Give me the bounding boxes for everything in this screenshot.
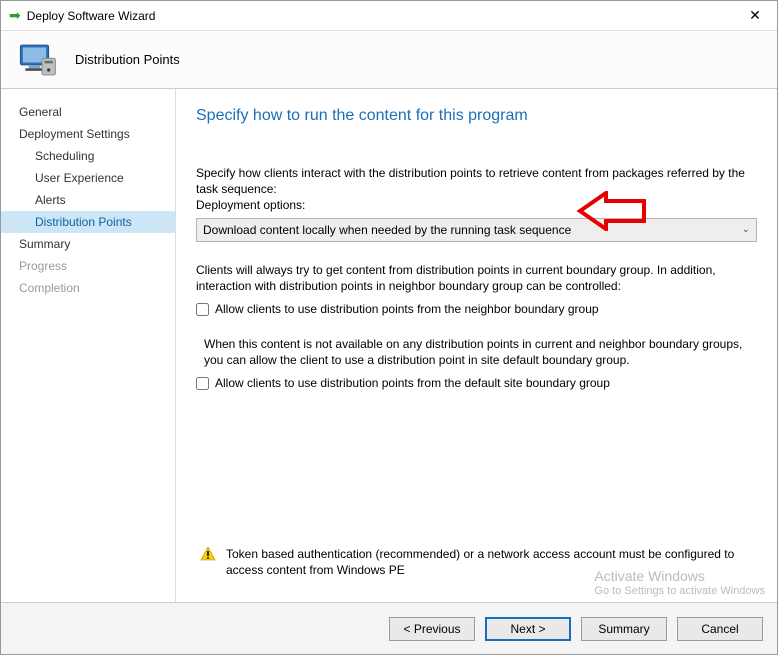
- deployment-options-label: Deployment options:: [196, 197, 757, 213]
- sidebar-item-scheduling[interactable]: Scheduling: [1, 145, 175, 167]
- wizard-header: Distribution Points: [1, 31, 777, 89]
- wizard-window: ➡ Deploy Software Wizard ✕ Distribution …: [0, 0, 778, 655]
- titlebar: ➡ Deploy Software Wizard ✕: [1, 1, 777, 31]
- dropdown-value: Download content locally when needed by …: [203, 223, 571, 237]
- checkbox-neighbor-row: Allow clients to use distribution points…: [196, 302, 757, 316]
- monitor-icon: [17, 40, 57, 80]
- warning-text: Token based authentication (recommended)…: [226, 546, 757, 578]
- wizard-footer: < Previous Next > Summary Cancel: [1, 602, 777, 654]
- page-title: Distribution Points: [75, 52, 180, 67]
- next-button[interactable]: Next >: [485, 617, 571, 641]
- content-heading: Specify how to run the content for this …: [196, 107, 757, 125]
- sidebar-item-deployment-settings[interactable]: Deployment Settings: [1, 123, 175, 145]
- boundary-description: Clients will always try to get content f…: [196, 262, 757, 294]
- deployment-options-dropdown[interactable]: Download content locally when needed by …: [196, 218, 757, 242]
- sidebar-item-distribution-points[interactable]: Distribution Points: [1, 211, 175, 233]
- sidebar-item-summary[interactable]: Summary: [1, 233, 175, 255]
- previous-button[interactable]: < Previous: [389, 617, 475, 641]
- sidebar-item-general[interactable]: General: [1, 101, 175, 123]
- sidebar-item-alerts[interactable]: Alerts: [1, 189, 175, 211]
- checkbox-default-row: Allow clients to use distribution points…: [196, 376, 757, 390]
- window-title: Deploy Software Wizard: [27, 9, 733, 23]
- checkbox-default-site-boundary[interactable]: [196, 377, 209, 390]
- sidebar: General Deployment Settings Scheduling U…: [1, 89, 176, 602]
- chevron-down-icon: ⌄: [742, 224, 750, 235]
- checkbox-neighbor-boundary[interactable]: [196, 303, 209, 316]
- intro-text: Specify how clients interact with the di…: [196, 165, 757, 197]
- wizard-arrow-icon: ➡: [9, 7, 21, 24]
- checkbox-default-label: Allow clients to use distribution points…: [215, 376, 610, 390]
- warning-note: Token based authentication (recommended)…: [196, 546, 757, 602]
- fallback-description: When this content is not available on an…: [196, 336, 757, 368]
- sidebar-item-user-experience[interactable]: User Experience: [1, 167, 175, 189]
- warning-icon: [200, 546, 216, 562]
- wizard-body: General Deployment Settings Scheduling U…: [1, 89, 777, 602]
- close-button[interactable]: ✕: [733, 1, 777, 31]
- sidebar-item-progress: Progress: [1, 255, 175, 277]
- summary-button[interactable]: Summary: [581, 617, 667, 641]
- cancel-button[interactable]: Cancel: [677, 617, 763, 641]
- sidebar-item-completion: Completion: [1, 277, 175, 299]
- content-area: Specify how to run the content for this …: [176, 89, 777, 602]
- checkbox-neighbor-label: Allow clients to use distribution points…: [215, 302, 599, 316]
